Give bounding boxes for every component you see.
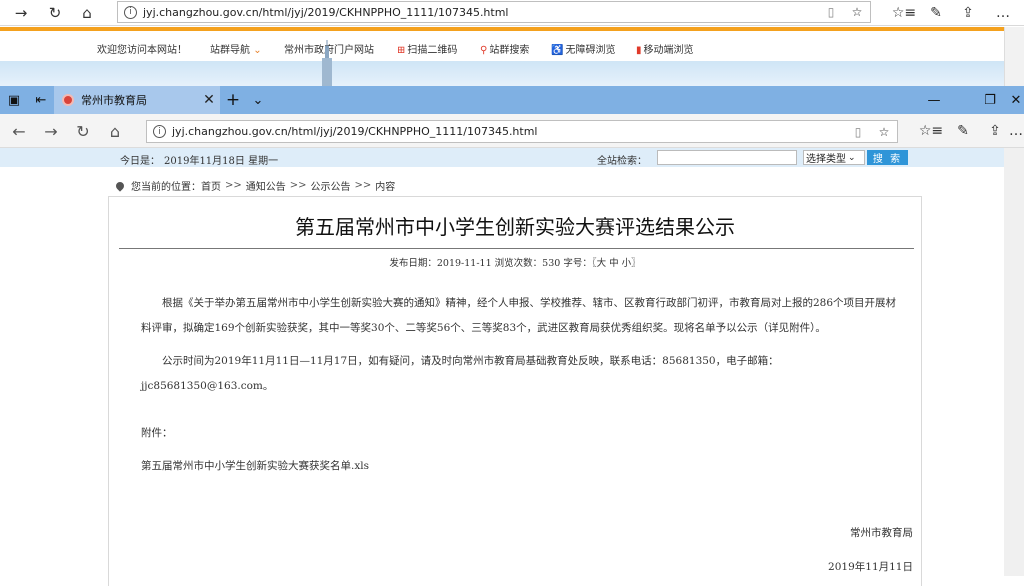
- breadcrumb-public-notices[interactable]: 公示公告: [311, 178, 351, 193]
- type-select-value: 选择类型: [806, 154, 846, 165]
- accessibility-link[interactable]: ♿ 无障碍浏览: [551, 41, 615, 56]
- share-icon[interactable]: ⇪: [980, 114, 1010, 148]
- qr-code-link[interactable]: ⊞ 扫描二维码: [397, 41, 457, 56]
- breadcrumb-home[interactable]: 首页: [201, 178, 221, 193]
- chevron-down-icon: ⌄: [848, 152, 856, 163]
- mobile-label: 移动端浏览: [643, 45, 694, 56]
- site-nav-label: 站群导航: [210, 45, 250, 56]
- tabs-aside-icon[interactable]: ⇤: [27, 86, 55, 114]
- close-window-icon[interactable]: ✕: [1008, 86, 1024, 114]
- refresh-icon[interactable]: ↻: [68, 114, 98, 148]
- new-tab-icon[interactable]: +: [221, 86, 245, 114]
- search-label: 全站检索：: [597, 156, 647, 167]
- url-text: jyj.changzhou.gov.cn/html/jyj/2019/CKHNP…: [172, 125, 538, 138]
- header-banner: [0, 61, 1004, 86]
- home-icon[interactable]: ⌂: [100, 114, 130, 148]
- pen-icon[interactable]: ✎: [921, 0, 951, 26]
- breadcrumb: 您当前的位置： 首页 >> 通知公告 >> 公示公告 >> 内容: [114, 178, 396, 193]
- refresh-icon[interactable]: ↻: [40, 0, 70, 26]
- front-browser-window: ▣ ⇤ 常州市教育局 ✕ + ⌄ — ❐ ✕ ← → ↻ ⌂ i jyj.cha…: [0, 86, 1024, 586]
- tab-bar: ▣ ⇤ 常州市教育局 ✕ + ⌄ — ❐ ✕: [0, 86, 1024, 114]
- site-search-label: 站群搜索: [489, 45, 530, 56]
- breadcrumb-separator: >>: [225, 180, 242, 191]
- info-icon: i: [124, 5, 137, 19]
- address-bar[interactable]: i jyj.changzhou.gov.cn/html/jyj/2019/CKH…: [146, 120, 898, 143]
- breadcrumb-notices[interactable]: 通知公告: [246, 178, 286, 193]
- article-paragraph-2: 公示时间为2019年11月11日—11月17日，如有疑问，请及时向常州市教育局基…: [141, 355, 779, 392]
- forward-arrow-icon[interactable]: →: [36, 114, 66, 148]
- accessibility-icon: ♿: [551, 45, 564, 56]
- tab-title: 常州市教育局: [81, 94, 147, 107]
- article-paragraph-1: 根据《关于举办第五届常州市中小学生创新实验大赛的通知》精神，经个人申报、学校推荐…: [141, 297, 897, 334]
- info-icon: i: [153, 125, 166, 138]
- location-pin-icon: [114, 179, 126, 192]
- tab-list-chevron-icon[interactable]: ⌄: [246, 86, 270, 114]
- background-browser-toolbar: → ↻ ⌂ i jyj.changzhou.gov.cn/html/jyj/20…: [0, 0, 1024, 26]
- accessibility-label: 无障碍浏览: [565, 45, 616, 56]
- mobile-link[interactable]: ▮ 移动端浏览: [636, 41, 694, 56]
- article-panel: 第五届常州市中小学生创新实验大赛评选结果公示 发布日期：2019-11-11 浏…: [108, 196, 922, 586]
- breadcrumb-label: 您当前的位置：: [131, 182, 201, 193]
- attachment-label: 附件：: [141, 427, 173, 439]
- article-signature: 常州市教育局: [850, 527, 913, 539]
- minimize-icon[interactable]: —: [920, 86, 948, 114]
- close-tab-icon[interactable]: ✕: [198, 92, 220, 108]
- favorite-star-icon[interactable]: ☆: [871, 125, 897, 139]
- page-scrollbar[interactable]: [1004, 148, 1024, 576]
- favorite-star-icon[interactable]: ☆: [844, 5, 870, 19]
- share-icon[interactable]: ⇪: [953, 0, 983, 26]
- home-icon[interactable]: ⌂: [72, 0, 102, 26]
- site-search-link[interactable]: ⚲ 站群搜索: [480, 41, 529, 56]
- qr-code-label: 扫描二维码: [407, 45, 458, 56]
- search-input[interactable]: [657, 150, 797, 165]
- pen-icon[interactable]: ✎: [948, 114, 978, 148]
- tower-icon: [322, 40, 332, 86]
- tab-preview-icon[interactable]: ▣: [0, 86, 28, 114]
- title-divider: [119, 248, 914, 249]
- mobile-icon: ▮: [636, 45, 642, 56]
- article-title: 第五届常州市中小学生创新实验大赛评选结果公示: [295, 215, 735, 239]
- tab-active[interactable]: 常州市教育局 ✕: [54, 86, 220, 114]
- welcome-text: 欢迎您访问本网站！: [97, 45, 187, 56]
- more-icon[interactable]: …: [1008, 114, 1024, 148]
- site-top-nav: 欢迎您访问本网站！ 站群导航 ⌄ 常州市政府门户网站 ⊞扫描二维码 ⚲站群搜索 …: [0, 31, 1004, 61]
- front-browser-toolbar: ← → ↻ ⌂ i jyj.changzhou.gov.cn/html/jyj/…: [0, 114, 1024, 148]
- date-search-bar: 今日是： 2019年11月18日 星期一 全站检索： 选择类型 ⌄ 搜 索: [0, 148, 1024, 167]
- reading-view-icon[interactable]: ▯: [818, 5, 844, 19]
- today-label: 今日是：: [120, 156, 160, 167]
- favorites-hub-icon[interactable]: ☆≡: [916, 114, 946, 148]
- search-button[interactable]: 搜 索: [867, 150, 908, 165]
- back-arrow-icon[interactable]: →: [6, 0, 36, 26]
- chevron-down-icon: ⌄: [253, 45, 262, 56]
- reading-view-icon[interactable]: ▯: [845, 125, 871, 139]
- favorites-hub-icon[interactable]: ☆≡: [889, 0, 919, 26]
- type-select[interactable]: 选择类型 ⌄: [803, 150, 865, 165]
- breadcrumb-separator: >>: [289, 180, 307, 191]
- attachment-link[interactable]: 第五届常州市中小学生创新实验大赛获奖名单.xls: [141, 458, 369, 473]
- today-value: 2019年11月18日 星期一: [164, 156, 279, 167]
- breadcrumb-content: 内容: [375, 182, 396, 193]
- background-url: jyj.changzhou.gov.cn/html/jyj/2019/CKHNP…: [143, 5, 509, 19]
- search-icon: ⚲: [480, 45, 488, 56]
- breadcrumb-separator: >>: [354, 180, 372, 191]
- more-icon[interactable]: …: [988, 0, 1018, 26]
- article-meta: 发布日期：2019-11-11 浏览次数：530 字号：〖大 中 小〗: [389, 258, 641, 269]
- site-favicon: [62, 94, 74, 106]
- window-controls: — ❐ ✕: [920, 86, 1024, 114]
- qr-code-icon: ⊞: [397, 45, 406, 56]
- back-arrow-icon[interactable]: ←: [4, 114, 34, 148]
- restore-icon[interactable]: ❐: [976, 86, 1004, 114]
- article-sign-date: 2019年11月11日: [828, 561, 913, 573]
- site-nav-link[interactable]: 站群导航 ⌄: [210, 41, 262, 56]
- background-site-header: 欢迎您访问本网站！ 站群导航 ⌄ 常州市政府门户网站 ⊞扫描二维码 ⚲站群搜索 …: [0, 27, 1004, 86]
- background-address-bar[interactable]: i jyj.changzhou.gov.cn/html/jyj/2019/CKH…: [117, 1, 871, 23]
